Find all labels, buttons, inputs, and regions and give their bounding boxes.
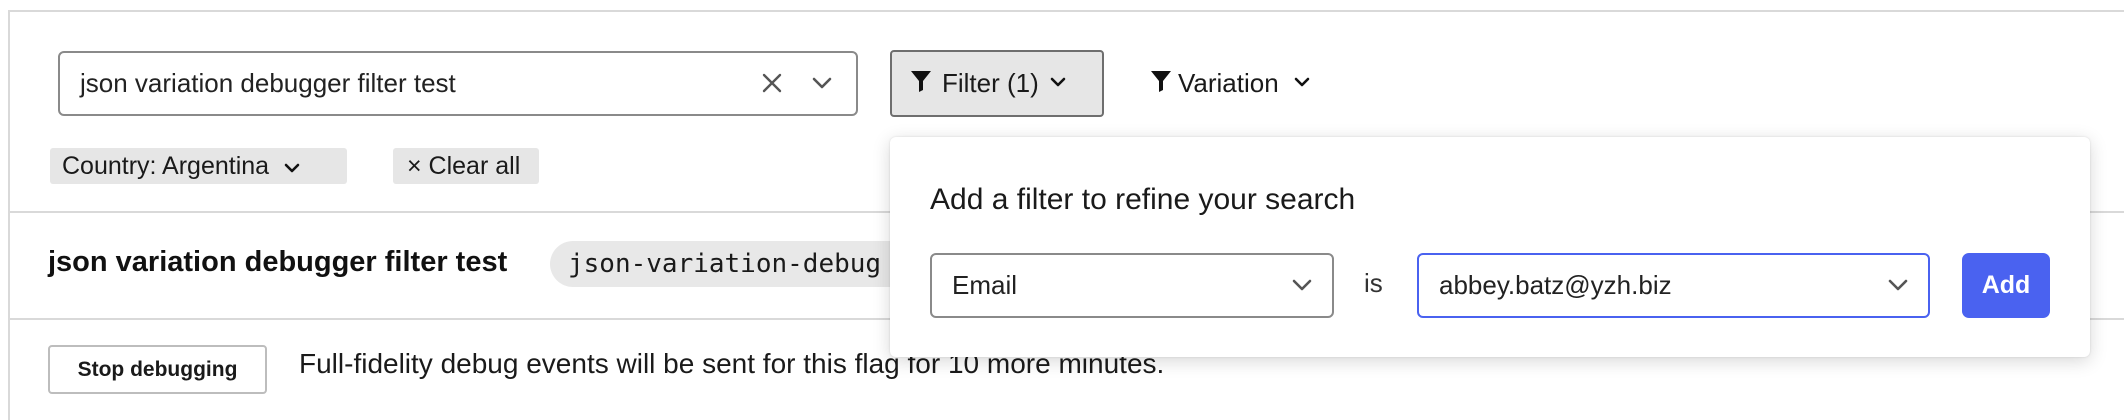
- variation-button-label: Variation: [1178, 68, 1279, 98]
- chevron-down-icon: [1293, 75, 1311, 93]
- chevron-down-icon: [283, 152, 301, 181]
- search-input[interactable]: json variation debugger filter test: [58, 51, 858, 116]
- close-icon[interactable]: [756, 67, 788, 99]
- filter-popover: Add a filter to refine your search Email…: [890, 137, 2090, 357]
- filter-funnel-icon: [1150, 69, 1172, 98]
- attribute-select-value: Email: [952, 270, 1018, 300]
- operator-label: is: [1364, 268, 1383, 298]
- filter-button[interactable]: Filter (1): [890, 50, 1104, 117]
- flag-name: json variation debugger filter test: [48, 246, 508, 278]
- filter-chip-label: Country: Argentina: [62, 151, 270, 180]
- search-input-value: json variation debugger filter test: [80, 68, 456, 98]
- chevron-down-icon[interactable]: [806, 67, 838, 99]
- chevron-down-icon: [1886, 271, 1910, 308]
- attribute-select[interactable]: Email: [930, 253, 1334, 318]
- variation-button[interactable]: Variation: [1150, 50, 1311, 117]
- clear-all-label: × Clear all: [407, 151, 521, 180]
- stop-debugging-button[interactable]: Stop debugging: [48, 345, 267, 394]
- add-filter-button[interactable]: Add: [1962, 253, 2050, 318]
- filter-funnel-icon: [910, 69, 932, 98]
- clear-all-button[interactable]: × Clear all: [393, 148, 539, 184]
- filter-chip-country[interactable]: Country: Argentina: [50, 148, 347, 184]
- value-select[interactable]: abbey.batz@yzh.biz: [1417, 253, 1930, 318]
- chevron-down-icon: [1290, 271, 1314, 308]
- value-select-value: abbey.batz@yzh.biz: [1439, 270, 1672, 300]
- filter-button-label: Filter (1): [942, 68, 1039, 98]
- chevron-down-icon: [1049, 75, 1067, 93]
- popover-title: Add a filter to refine your search: [930, 183, 1356, 216]
